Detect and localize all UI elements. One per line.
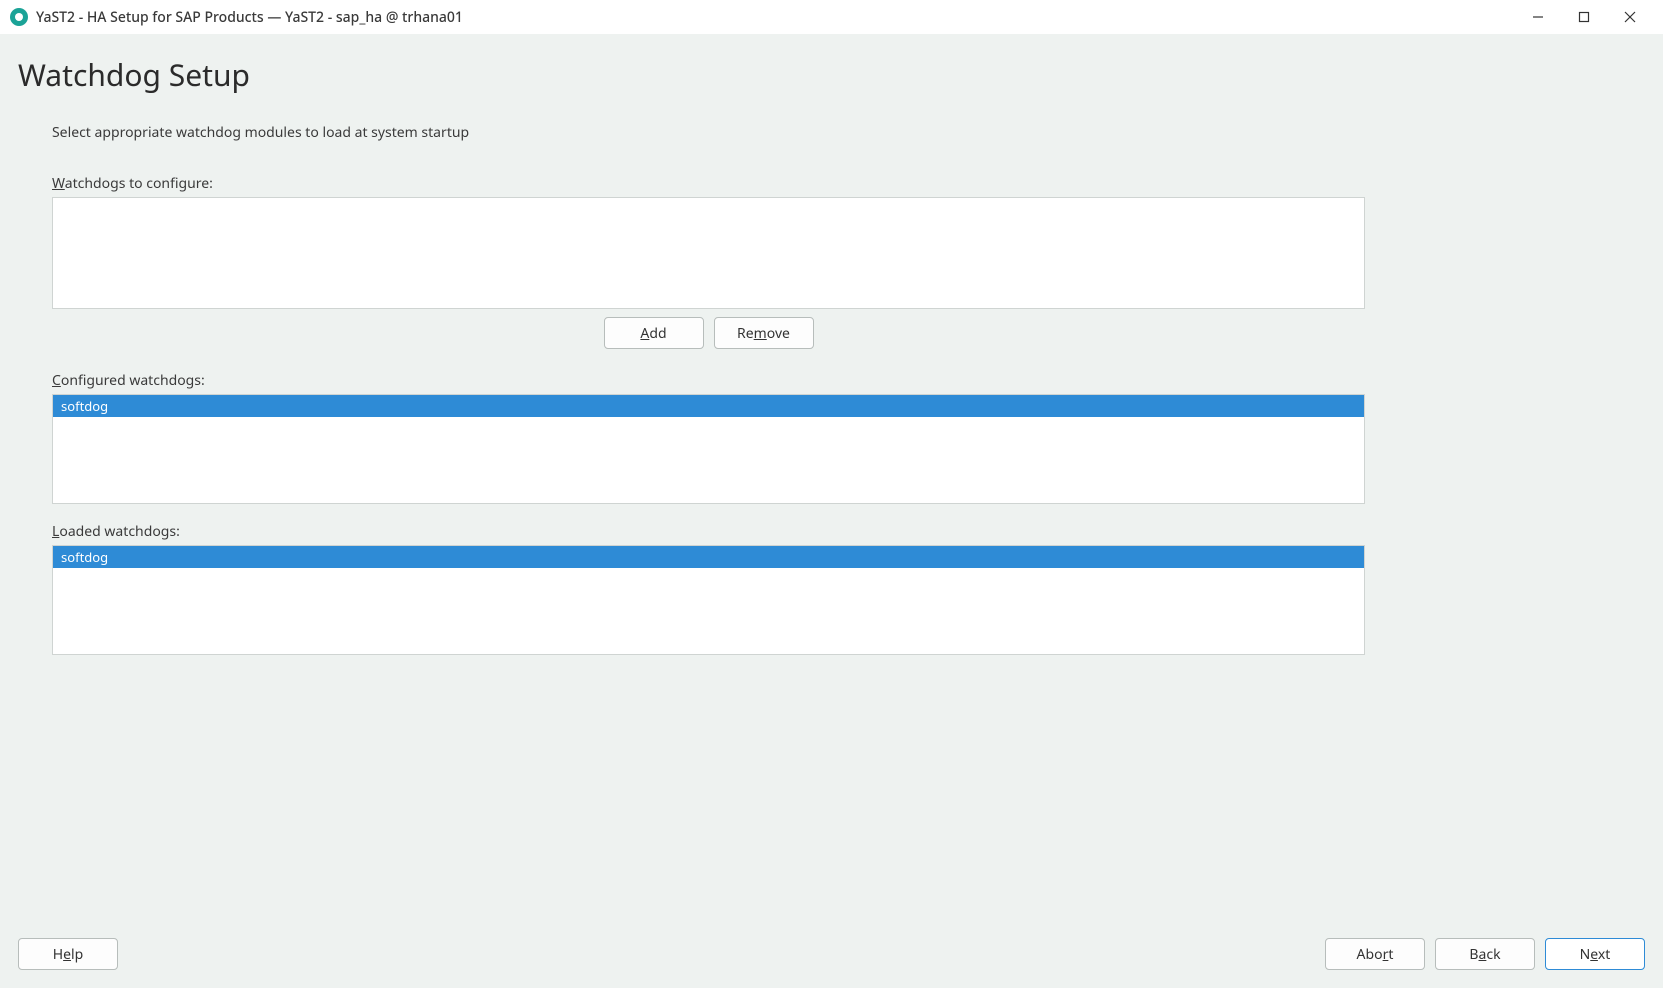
back-button[interactable]: Back [1435,938,1535,970]
section-to-configure: Watchdogs to configure: Add Remove [52,174,1645,363]
window-title: YaST2 - HA Setup for SAP Products — YaST… [36,8,463,27]
list-item[interactable]: softdog [53,395,1364,417]
listbox-to-configure[interactable] [52,197,1365,309]
label-to-configure: Watchdogs to configure: [52,174,1645,193]
footer-bar: Help Abort Back Next [0,928,1663,988]
listbox-configured[interactable]: softdog [52,394,1365,504]
list-item[interactable]: softdog [53,546,1364,568]
add-remove-row: Add Remove [52,317,1365,349]
app-icon [10,8,28,26]
close-button[interactable] [1607,1,1653,33]
add-button[interactable]: Add [604,317,704,349]
next-button[interactable]: Next [1545,938,1645,970]
label-loaded: Loaded watchdogs: [52,522,1645,541]
label-configured: Configured watchdogs: [52,371,1645,390]
help-button[interactable]: Help [18,938,118,970]
instruction-text: Select appropriate watchdog modules to l… [52,123,1645,142]
content-area: Watchdog Setup Select appropriate watchd… [0,34,1663,928]
abort-button[interactable]: Abort [1325,938,1425,970]
page-title: Watchdog Setup [18,54,1645,95]
section-configured: Configured watchdogs: softdog [52,371,1645,504]
remove-button[interactable]: Remove [714,317,814,349]
window-titlebar: YaST2 - HA Setup for SAP Products — YaST… [0,0,1663,34]
listbox-loaded[interactable]: softdog [52,545,1365,655]
maximize-button[interactable] [1561,1,1607,33]
minimize-button[interactable] [1515,1,1561,33]
section-loaded: Loaded watchdogs: softdog [52,522,1645,655]
